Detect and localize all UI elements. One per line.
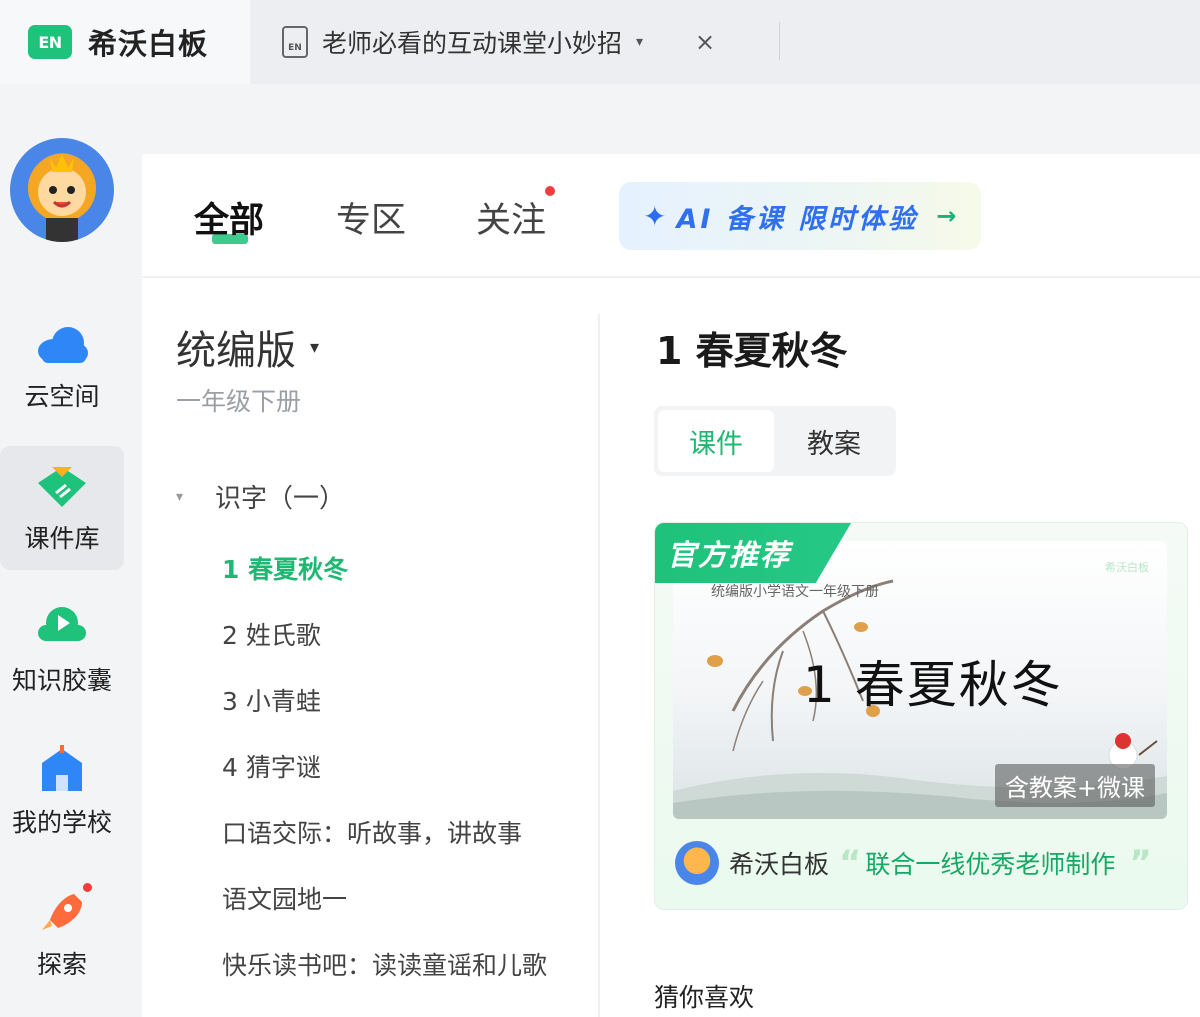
author-avatar <box>675 841 719 885</box>
segment-lesson-plan[interactable]: 教案 <box>776 410 892 472</box>
lesson-item[interactable]: 1 春夏秋冬 <box>222 550 348 586</box>
document-tab[interactable]: EN 老师必看的互动课堂小妙招 ▾ × <box>250 0 780 84</box>
title-bar: EN 希沃白板 EN 老师必看的互动课堂小妙招 ▾ × <box>0 0 1200 84</box>
knowledge-capsule-icon <box>34 603 90 653</box>
column-divider <box>598 314 600 1017</box>
edition-selector[interactable]: 统编版 ▾ <box>176 318 319 376</box>
unit-label: 识字（一） <box>215 484 346 514</box>
chevron-down-icon: ▾ <box>176 488 184 505</box>
app-tab[interactable]: EN 希沃白板 <box>0 0 250 84</box>
tab-divider <box>779 22 780 60</box>
chevron-down-icon: ▾ <box>310 336 320 358</box>
category-bar: 全部 专区 关注 ✦ AI 备课 限时体验 → <box>142 154 1200 278</box>
lesson-title: 1 春夏秋冬 <box>656 329 848 373</box>
lesson-item[interactable]: 2 姓氏歌 <box>222 616 321 652</box>
content-area: 统编版 ▾ 一年级下册 ▾ 识字（一） 1 春夏秋冬 2 姓氏歌 3 小青蛙 4… <box>142 278 1200 1017</box>
unit-group-literacy-1[interactable]: ▾ 识字（一） <box>176 478 345 515</box>
sidebar-item-label: 我的学校 <box>11 808 112 837</box>
courseware-card[interactable]: 统编版小学语文一年级下册 希沃白板 1 春夏秋冬 含教案+微课 官方推荐 希沃白… <box>654 522 1188 910</box>
card-slogan: 联合一线优秀老师制作 <box>865 850 1116 879</box>
document-icon: EN <box>282 26 308 58</box>
grade-label: 一年级下册 <box>176 387 302 416</box>
thumbnail-series-text: 统编版小学语文一年级下册 <box>711 584 879 600</box>
sidebar-item-label: 云空间 <box>24 382 100 411</box>
lesson-item[interactable]: 3 小青蛙 <box>222 682 321 718</box>
quote-open-icon: “ <box>839 843 862 883</box>
sidebar-item-my-school[interactable]: 我的学校 <box>0 730 124 854</box>
guess-you-like-heading: 猜你喜欢 <box>654 983 755 1012</box>
chevron-down-icon[interactable]: ▾ <box>636 34 643 50</box>
app-logo: EN <box>28 25 72 59</box>
includes-badge: 含教案+微课 <box>994 764 1155 807</box>
quote-close-icon: ” <box>1129 843 1152 883</box>
ai-lesson-prep-banner[interactable]: ✦ AI 备课 限时体验 → <box>619 182 981 250</box>
sparkle-icon: ✦ <box>643 199 667 233</box>
document-tab-title: 老师必看的互动课堂小妙招 <box>322 29 623 58</box>
arrow-right-icon: → <box>936 202 957 230</box>
lesson-item[interactable]: 口语交际：听故事，讲故事 <box>222 814 522 850</box>
cloud-icon <box>34 319 90 369</box>
lesson-item[interactable]: 快乐读书吧：读读童谣和儿歌 <box>222 946 547 982</box>
tab-zone[interactable]: 专区 <box>336 192 406 243</box>
close-icon[interactable]: × <box>695 28 715 56</box>
resource-type-switcher: 课件 教案 <box>654 406 896 476</box>
sidebar-item-cloud-space[interactable]: 云空间 <box>0 304 124 428</box>
sidebar-item-label: 知识胶囊 <box>11 666 112 695</box>
sidebar-item-explore[interactable]: 探索 <box>0 872 124 996</box>
school-icon <box>34 745 90 795</box>
edition-label: 统编版 <box>176 328 296 374</box>
notification-dot <box>83 883 92 892</box>
notification-dot <box>545 186 555 196</box>
sidebar-item-label: 课件库 <box>24 524 100 553</box>
tab-following[interactable]: 关注 <box>476 192 546 243</box>
lesson-item[interactable]: 4 猜字谜 <box>222 748 321 784</box>
lesson-item[interactable]: 语文园地一 <box>222 880 347 916</box>
lion-mascot-icon <box>28 154 96 242</box>
sidebar-item-courseware-library[interactable]: 课件库 <box>0 446 124 570</box>
thumbnail-brand-watermark: 希沃白板 <box>1105 561 1149 574</box>
app-name: 希沃白板 <box>88 27 209 61</box>
ai-banner-text: AI 备课 限时体验 <box>676 203 919 235</box>
thumbnail-title: 1 春夏秋冬 <box>803 656 1063 714</box>
tab-all[interactable]: 全部 <box>194 192 264 243</box>
author-name: 希沃白板 <box>729 850 830 879</box>
sidebar: 云空间 课件库 知识胶囊 我的学校 探索 <box>0 84 142 1017</box>
rocket-icon <box>34 883 92 937</box>
sidebar-item-label: 探索 <box>36 950 87 979</box>
segment-courseware[interactable]: 课件 <box>658 410 774 472</box>
sidebar-item-knowledge-capsule[interactable]: 知识胶囊 <box>0 588 124 712</box>
avatar[interactable] <box>10 138 114 242</box>
card-footer: 希沃白板 “ 联合一线优秀老师制作 ” <box>675 841 1152 885</box>
courseware-library-icon <box>34 461 90 511</box>
